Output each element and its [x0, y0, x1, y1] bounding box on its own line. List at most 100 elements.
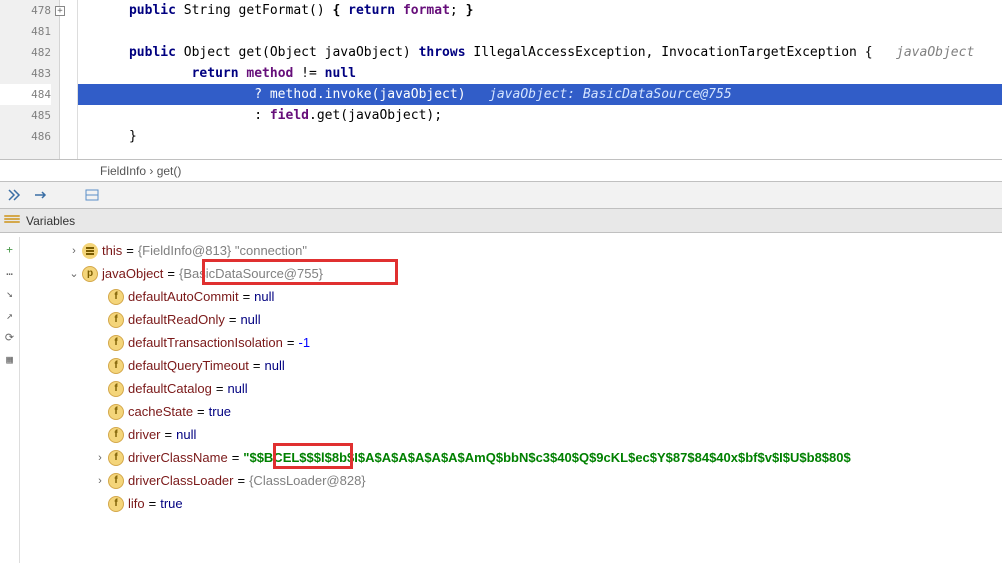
equals-sign: = — [126, 243, 134, 258]
line-number-gutter: 478+ 481 482 483 484 485 486 — [0, 0, 60, 159]
step-into-icon[interactable] — [4, 185, 24, 205]
equals-sign: = — [253, 358, 261, 373]
fold-gutter — [60, 0, 78, 159]
variable-row[interactable]: ›f driverClassLoader = {ClassLoader@828} — [20, 469, 1002, 492]
field-badge-icon: f — [108, 496, 124, 512]
variable-row[interactable]: f defaultTransactionIsolation = -1 — [20, 331, 1002, 354]
variable-value: null — [176, 427, 196, 442]
variable-value: {BasicDataSource@755} — [179, 266, 323, 281]
equals-sign: = — [232, 450, 240, 465]
variable-row[interactable]: ⌄p javaObject = {BasicDataSource@755} — [20, 262, 1002, 285]
variables-tree[interactable]: › this = {FieldInfo@813} "connection" ⌄pja… — [20, 237, 1002, 517]
equals-sign: = — [287, 335, 295, 350]
add-watch-icon[interactable]: + — [2, 241, 18, 257]
tool-icon[interactable]: ↘ — [2, 285, 18, 301]
field-badge-icon: f — [108, 358, 124, 374]
line-number: 486 — [0, 126, 51, 147]
parameter-badge-icon: p — [82, 266, 98, 282]
field-badge-icon: f — [108, 289, 124, 305]
variables-toolbar: + … ↘ ↗ ⟳ ▦ — [0, 237, 20, 563]
variable-value: null — [227, 381, 247, 396]
variable-value: true — [209, 404, 231, 419]
variable-row[interactable]: f defaultQueryTimeout = null — [20, 354, 1002, 377]
line-number: 484 — [0, 84, 51, 105]
variable-value: null — [265, 358, 285, 373]
code-line[interactable]: return method != null — [78, 63, 1002, 84]
variable-row[interactable]: flifo = true — [20, 492, 1002, 515]
variable-name: defaultAutoCommit — [128, 289, 239, 304]
code-line[interactable]: public String getFormat() { return forma… — [78, 0, 1002, 21]
variable-row[interactable]: f defaultReadOnly = null — [20, 308, 1002, 331]
code-line[interactable]: public Object get(Object javaObject) thr… — [78, 42, 1002, 63]
field-badge-icon: f — [108, 381, 124, 397]
field-badge-icon: f — [108, 312, 124, 328]
code-line[interactable]: ? method.invoke(javaObject) javaObject: … — [78, 84, 1002, 105]
variable-name: cacheState — [128, 404, 193, 419]
variable-name: defaultTransactionIsolation — [128, 335, 283, 350]
equals-sign: = — [238, 473, 246, 488]
expand-icon[interactable]: › — [92, 452, 108, 464]
step-over-icon[interactable] — [30, 185, 50, 205]
line-number: 481 — [0, 21, 51, 42]
variables-panel-header[interactable]: Variables — [0, 209, 1002, 233]
equals-sign: = — [149, 496, 157, 511]
code-editor: 478+ 481 482 483 484 485 486 public Stri… — [0, 0, 1002, 160]
tool-icon[interactable]: ⟳ — [2, 329, 18, 345]
variable-row[interactable]: ›f driverClassName = "$$BCEL$$$l$8b$I$A$A… — [20, 446, 1002, 469]
variable-value: -1 — [298, 335, 310, 350]
line-number: 478+ — [0, 0, 51, 21]
variable-value: "$$BCEL$$$l$8b$I$A$A$A$A$A$A$AmQ$bbN$c3$… — [243, 450, 850, 465]
view-icon[interactable] — [82, 185, 102, 205]
collapse-icon[interactable]: ⌄ — [66, 267, 82, 280]
variable-value: true — [160, 496, 182, 511]
line-number: 485 — [0, 105, 51, 126]
this-badge-icon — [82, 243, 98, 259]
field-badge-icon: f — [108, 450, 124, 466]
variable-value: null — [240, 312, 260, 327]
variable-row[interactable]: fdriver = null — [20, 423, 1002, 446]
tool-icon[interactable]: ↗ — [2, 307, 18, 323]
equals-sign: = — [216, 381, 224, 396]
fold-icon[interactable]: + — [55, 6, 65, 16]
breadcrumb[interactable]: FieldInfo › get() — [0, 160, 1002, 182]
equals-sign: = — [165, 427, 173, 442]
tool-icon[interactable]: … — [2, 263, 18, 279]
variable-name: driverClassLoader — [128, 473, 234, 488]
variable-name: this — [102, 243, 122, 258]
equals-sign: = — [197, 404, 205, 419]
panel-title: Variables — [26, 214, 75, 228]
field-badge-icon: f — [108, 404, 124, 420]
line-number: 482 — [0, 42, 51, 63]
expand-icon[interactable]: › — [92, 475, 108, 487]
field-badge-icon: f — [108, 335, 124, 351]
debug-panel: Variables + … ↘ ↗ ⟳ ▦ › this = {FieldInfo… — [0, 182, 1002, 567]
variable-name: driver — [128, 427, 161, 442]
code-line[interactable] — [78, 21, 1002, 42]
field-badge-icon: f — [108, 427, 124, 443]
code-line[interactable]: } — [78, 126, 1002, 147]
variable-name: javaObject — [102, 266, 163, 281]
variable-name: driverClassName — [128, 450, 228, 465]
expand-icon[interactable]: › — [66, 245, 82, 257]
code-text-area[interactable]: public String getFormat() { return forma… — [78, 0, 1002, 159]
line-number: 483 — [0, 63, 51, 84]
variable-row[interactable]: f defaultCatalog = null — [20, 377, 1002, 400]
equals-sign: = — [229, 312, 237, 327]
tool-icon[interactable]: ▦ — [2, 351, 18, 367]
variable-row[interactable]: › this = {FieldInfo@813} "connection" — [20, 239, 1002, 262]
equals-sign: = — [167, 266, 175, 281]
debug-toolbar — [0, 182, 1002, 209]
variable-row[interactable]: f cacheState = true — [20, 400, 1002, 423]
variable-row[interactable]: f defaultAutoCommit = null — [20, 285, 1002, 308]
field-badge-icon: f — [108, 473, 124, 489]
variable-value: {ClassLoader@828} — [249, 473, 366, 488]
variable-name: defaultQueryTimeout — [128, 358, 249, 373]
list-icon — [4, 215, 20, 227]
variable-value: null — [254, 289, 274, 304]
equals-sign: = — [243, 289, 251, 304]
variable-value: {FieldInfo@813} "connection" — [138, 243, 307, 258]
code-line[interactable]: : field.get(javaObject); — [78, 105, 1002, 126]
variable-name: defaultCatalog — [128, 381, 212, 396]
variable-name: lifo — [128, 496, 145, 511]
variable-name: defaultReadOnly — [128, 312, 225, 327]
